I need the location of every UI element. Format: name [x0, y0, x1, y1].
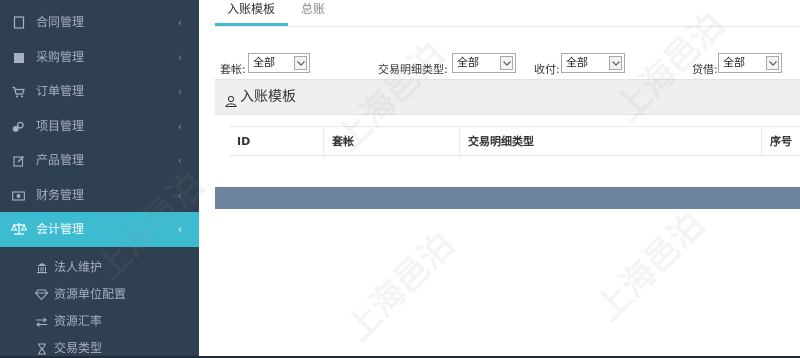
- document-icon: [12, 16, 25, 29]
- sidebar: 合同管理 ‹ 采购管理 ‹ 订单管理 ‹ 项目管理 ‹ 产品管理 ‹ 财务管理 …: [0, 0, 199, 356]
- chevron-left-icon: ‹: [177, 16, 182, 29]
- tabs-divider: [215, 26, 800, 27]
- select-value: 全部: [723, 56, 745, 69]
- menu-item-accounting[interactable]: 会计管理 ‹: [0, 212, 199, 247]
- data-table: ID 套帐 交易明细类型 序号: [229, 126, 800, 157]
- menu-item-project[interactable]: 项目管理 ‹: [0, 109, 199, 144]
- menu-item-order[interactable]: 订单管理 ‹: [0, 74, 199, 109]
- filter-transaction-detail-type: 交易明细类型: 全部: [378, 53, 518, 77]
- project-icon: [12, 120, 25, 133]
- account-set-select[interactable]: 全部: [248, 53, 310, 73]
- column-header-account-set[interactable]: 套帐: [323, 127, 459, 157]
- menu-item-label: 采购管理: [36, 50, 85, 64]
- submenu-item-exchange-rate[interactable]: 资源汇率: [0, 309, 199, 334]
- content-blank-area: [199, 209, 800, 356]
- chevron-down-icon: ‹: [177, 223, 182, 236]
- submenu-item-transaction-type[interactable]: 交易类型: [0, 336, 199, 358]
- panel-title: 入账模板: [240, 89, 296, 105]
- exchange-icon: [35, 315, 48, 328]
- grid-pager-bar: [215, 187, 800, 209]
- chevron-left-icon: ‹: [177, 120, 182, 133]
- submenu-item-legal-entity[interactable]: 法人维护: [0, 255, 199, 280]
- filter-account-set: 套帐: 全部: [220, 53, 312, 77]
- menu-item-label: 会计管理: [36, 222, 85, 236]
- filter-debit-credit: 贷借: 全部: [692, 53, 784, 77]
- menu-item-purchase[interactable]: 采购管理 ‹: [0, 40, 199, 75]
- edit-icon: [12, 154, 25, 167]
- filter-payment-direction: 收付: 全部: [534, 53, 626, 77]
- submenu-item-resource-unit[interactable]: 资源单位配置: [0, 282, 199, 307]
- chevron-down-icon: [766, 56, 779, 70]
- bank-icon: [35, 261, 48, 274]
- money-icon: [12, 189, 25, 202]
- submenu-item-label: 交易类型: [54, 341, 103, 355]
- select-value: 全部: [457, 56, 479, 69]
- chevron-down-icon: [294, 56, 307, 70]
- menu-item-contract[interactable]: 合同管理 ‹: [0, 5, 199, 40]
- column-header-sequence[interactable]: 序号: [761, 127, 800, 157]
- menu-item-label: 财务管理: [36, 188, 85, 202]
- menu-item-label: 订单管理: [36, 84, 85, 98]
- select-value: 全部: [253, 56, 275, 69]
- filter-label: 贷借:: [692, 63, 718, 76]
- chevron-left-icon: ‹: [177, 85, 182, 98]
- submenu-item-label: 资源汇率: [54, 314, 103, 328]
- chevron-left-icon: ‹: [177, 154, 182, 167]
- cart-icon: [12, 85, 25, 98]
- column-header-transaction-detail-type[interactable]: 交易明细类型: [459, 127, 761, 157]
- filter-label: 套帐:: [220, 63, 246, 76]
- debit-credit-select[interactable]: 全部: [718, 53, 782, 73]
- submenu-item-label: 资源单位配置: [54, 287, 127, 301]
- filter-label: 交易明细类型:: [378, 63, 448, 76]
- hourglass-icon: [35, 342, 48, 355]
- app-window: 合同管理 ‹ 采购管理 ‹ 订单管理 ‹ 项目管理 ‹ 产品管理 ‹ 财务管理 …: [0, 0, 800, 358]
- column-header-id[interactable]: ID: [229, 127, 323, 157]
- user-icon: [225, 92, 237, 107]
- payment-direction-select[interactable]: 全部: [561, 53, 625, 73]
- transaction-detail-type-select[interactable]: 全部: [452, 53, 516, 73]
- menu-item-product[interactable]: 产品管理 ‹: [0, 143, 199, 178]
- panel-heading: 入账模板: [215, 79, 800, 115]
- filter-label: 收付:: [534, 63, 560, 76]
- menu-item-label: 合同管理: [36, 15, 85, 29]
- balance-scale-icon: [11, 222, 27, 236]
- select-value: 全部: [566, 56, 588, 69]
- menu-item-label: 项目管理: [36, 119, 85, 133]
- submenu-item-label: 法人维护: [54, 260, 103, 274]
- diamond-icon: [35, 288, 48, 301]
- chevron-down-icon: [500, 56, 513, 70]
- menu-item-label: 产品管理: [36, 153, 85, 167]
- chevron-left-icon: ‹: [177, 189, 182, 202]
- chevron-left-icon: ‹: [177, 51, 182, 64]
- square-icon: [12, 51, 25, 64]
- tab-general-ledger[interactable]: 总账: [301, 0, 325, 26]
- tab-posting-template[interactable]: 入账模板: [215, 0, 288, 26]
- menu-item-finance[interactable]: 财务管理 ‹: [0, 178, 199, 213]
- chevron-down-icon: [609, 56, 622, 70]
